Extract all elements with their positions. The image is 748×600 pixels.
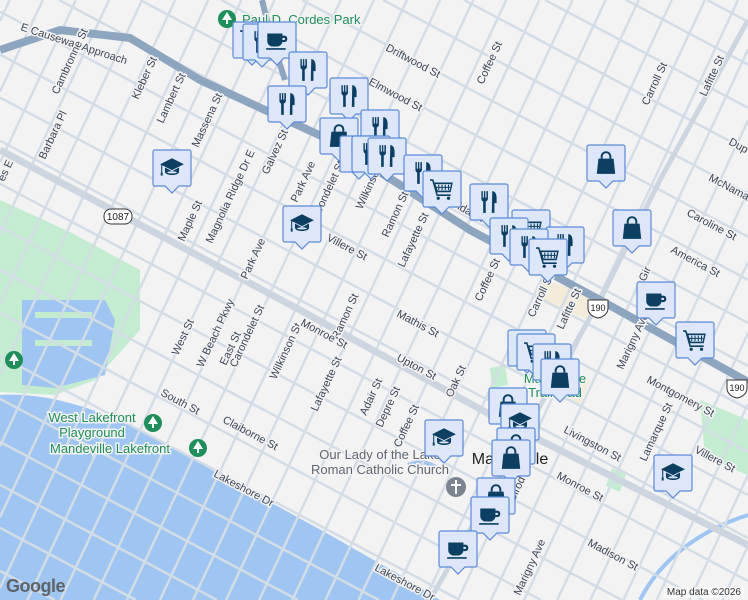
google-logo: Google bbox=[6, 576, 66, 596]
place-label: Our Lady of the Lake bbox=[319, 447, 440, 462]
place-label: Playground bbox=[59, 425, 125, 440]
place-label: Mandeville Lakefront bbox=[50, 441, 170, 456]
harbor-park-marker[interactable] bbox=[5, 351, 23, 369]
place-label: Roman Catholic Church bbox=[311, 462, 449, 477]
map-attribution[interactable]: Map data ©2026 bbox=[663, 587, 744, 598]
map-canvas[interactable]: E Causeway Approach Cambronne St Barbara… bbox=[0, 0, 748, 600]
bag-marker[interactable] bbox=[586, 144, 626, 189]
coffee-marker[interactable] bbox=[438, 530, 478, 575]
restaurant-marker[interactable] bbox=[267, 85, 307, 130]
place-label: West Lakefront bbox=[48, 410, 136, 425]
shield-label: 190 bbox=[729, 383, 744, 393]
restaurant-marker[interactable] bbox=[367, 137, 407, 182]
school-marker[interactable] bbox=[152, 149, 192, 194]
us-190-shield: 190 bbox=[726, 379, 748, 399]
bag-marker[interactable] bbox=[491, 439, 531, 484]
bag-marker[interactable] bbox=[612, 209, 652, 254]
route-1087-shield: 1087 bbox=[103, 208, 133, 225]
school-marker[interactable] bbox=[653, 454, 693, 499]
cart-marker[interactable] bbox=[422, 170, 462, 215]
coffee-marker[interactable] bbox=[636, 281, 676, 326]
school-marker[interactable] bbox=[424, 419, 464, 464]
cart-marker[interactable] bbox=[528, 238, 568, 283]
cart-marker[interactable] bbox=[675, 321, 715, 366]
us-190-shield: 190 bbox=[587, 299, 609, 319]
bag-marker[interactable] bbox=[540, 358, 580, 403]
map-view[interactable]: E Causeway Approach Cambronne St Barbara… bbox=[0, 0, 748, 600]
school-marker[interactable] bbox=[282, 205, 322, 250]
shield-label: 1087 bbox=[107, 212, 130, 223]
shield-label: 190 bbox=[590, 303, 605, 313]
